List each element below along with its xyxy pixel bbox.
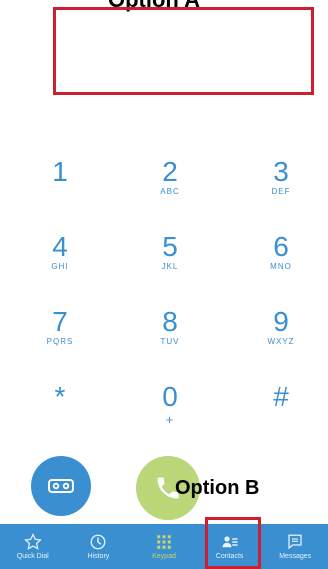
key-star[interactable]: * (20, 382, 100, 442)
key-digit: 8 (162, 306, 178, 337)
tab-messages[interactable]: Messages (262, 524, 328, 569)
clock-icon (90, 534, 106, 550)
key-9[interactable]: 9 WXYZ (241, 307, 321, 367)
dial-keypad: 1 2 ABC 3 DEF 4 GHI 5 JKL 6 MNO 7 PQRS 8… (0, 0, 328, 430)
key-letters: PQRS (46, 337, 74, 346)
key-digit: * (54, 381, 66, 412)
key-letters: DEF (271, 187, 291, 196)
key-digit: 4 (52, 231, 68, 262)
key-6[interactable]: 6 MNO (241, 232, 321, 292)
option-b-highlight-box (205, 517, 261, 569)
key-7[interactable]: 7 PQRS (20, 307, 100, 367)
keypad-icon (157, 535, 171, 549)
key-letters: JKL (161, 262, 179, 271)
tab-label: Messages (279, 553, 312, 560)
key-digit: 2 (162, 156, 178, 187)
key-digit: 6 (273, 231, 289, 262)
key-2[interactable]: 2 ABC (130, 157, 210, 217)
key-hash[interactable]: # (241, 382, 321, 442)
key-4[interactable]: 4 GHI (20, 232, 100, 292)
tab-keypad[interactable]: Keypad (131, 524, 197, 569)
key-digit: 9 (273, 306, 289, 337)
bottom-tab-bar: Quick Dial History Keypad Contacts Messa… (0, 524, 328, 569)
key-digit: 3 (273, 156, 289, 187)
key-letters: TUV (160, 337, 180, 346)
tab-label: Keypad (152, 553, 176, 560)
key-letters: GHI (51, 262, 69, 271)
key-3[interactable]: 3 DEF (241, 157, 321, 217)
tab-label: Quick Dial (16, 553, 49, 560)
voicemail-icon (48, 479, 74, 493)
voicemail-button[interactable] (31, 456, 91, 516)
key-0[interactable]: 0 + (130, 382, 210, 442)
key-digit: 7 (52, 306, 68, 337)
key-5[interactable]: 5 JKL (130, 232, 210, 292)
key-letters: ABC (160, 187, 180, 196)
key-letters: WXYZ (267, 337, 295, 346)
key-1[interactable]: 1 (20, 157, 100, 217)
key-digit: # (273, 381, 289, 412)
key-digit: 1 (52, 156, 68, 187)
tab-history[interactable]: History (66, 524, 132, 569)
message-icon (288, 534, 302, 550)
key-digit: 5 (162, 231, 178, 262)
key-letters: + (165, 412, 175, 427)
tab-label: History (87, 553, 110, 560)
tab-quick-dial[interactable]: Quick Dial (0, 524, 66, 569)
option-b-label: Option B (175, 477, 260, 499)
key-digit: 0 (162, 381, 178, 412)
key-letters: MNO (270, 262, 292, 271)
star-icon (23, 533, 42, 550)
key-8[interactable]: 8 TUV (130, 307, 210, 367)
